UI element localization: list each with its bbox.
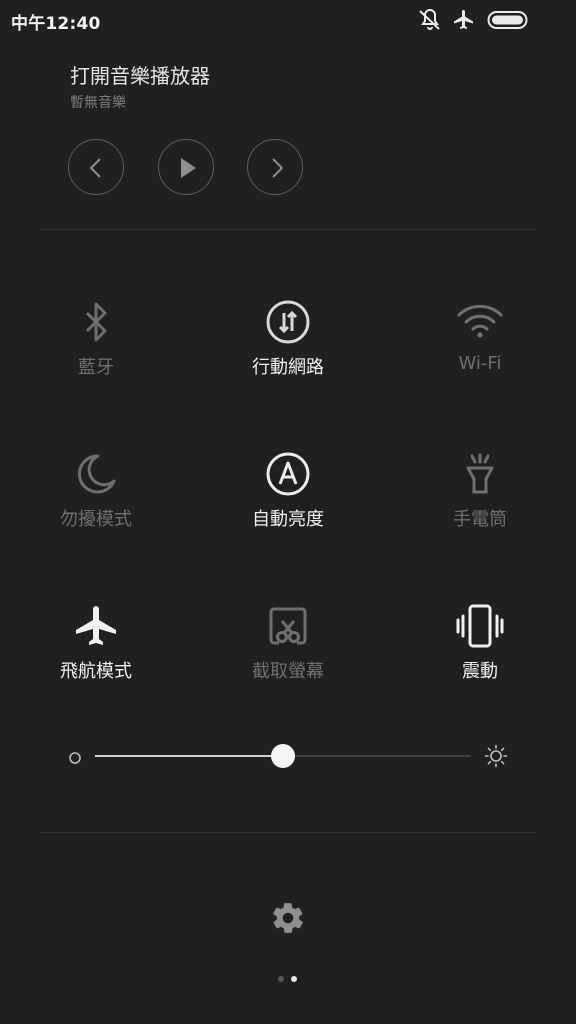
flashlight-icon [466, 453, 494, 494]
page-indicator [276, 976, 300, 984]
brightness-slider[interactable] [60, 736, 520, 776]
toggle-vibrate[interactable]: 震動 [384, 601, 576, 721]
brightness-high-icon [484, 744, 508, 768]
next-icon [272, 158, 284, 178]
page-dot-2[interactable] [291, 976, 297, 982]
toggle-bluetooth[interactable]: 藍牙 [0, 297, 192, 417]
status-time: 中午12:40 [11, 14, 101, 34]
divider [40, 832, 536, 833]
toggle-label: 飛航模式 [60, 661, 132, 682]
wifi-icon [457, 304, 503, 338]
vibrate-icon [419, 9, 440, 30]
toggle-label: 行動網路 [252, 357, 324, 378]
toggle-flashlight[interactable]: 手電筒 [384, 449, 576, 569]
toggle-label: 勿擾模式 [60, 509, 132, 530]
play-button[interactable] [158, 139, 214, 195]
status-icons [417, 8, 567, 32]
slider-fill [95, 755, 283, 757]
quick-settings-panel: 中午12:40 打開音樂播放器 暫無音樂 藍牙 行動網路 Wi-Fi 勿擾模式 … [0, 0, 576, 1024]
screenshot-icon [269, 607, 307, 645]
toggle-airplane-mode[interactable]: 飛航模式 [0, 601, 192, 721]
divider [40, 229, 536, 230]
toggle-label: 震動 [462, 661, 498, 682]
toggle-auto-brightness[interactable]: 自動亮度 [192, 449, 384, 569]
toggle-do-not-disturb[interactable]: 勿擾模式 [0, 449, 192, 569]
airplane-icon [76, 606, 116, 645]
toggle-label: 自動亮度 [252, 509, 324, 530]
music-player-title[interactable]: 打開音樂播放器 [70, 60, 210, 89]
toggle-label: 手電筒 [453, 509, 507, 530]
airplane-icon [454, 10, 473, 29]
play-icon [181, 158, 196, 178]
toggle-wifi[interactable]: Wi-Fi [384, 297, 576, 417]
toggle-mobile-data[interactable]: 行動網路 [192, 297, 384, 417]
music-status: 暫無音樂 [70, 95, 126, 111]
toggle-screenshot[interactable]: 截取螢幕 [192, 601, 384, 721]
mobile-data-icon [266, 300, 310, 344]
toggle-label: Wi-Fi [458, 353, 502, 374]
previous-button[interactable] [68, 139, 124, 195]
auto-brightness-icon [266, 452, 310, 496]
toggle-label: 截取螢幕 [252, 661, 324, 682]
previous-icon [89, 158, 101, 178]
vibrate-icon [456, 604, 504, 648]
toggle-label: 藍牙 [78, 357, 114, 378]
status-bar: 中午12:40 [0, 0, 576, 40]
bluetooth-icon [85, 302, 107, 342]
page-dot-1[interactable] [278, 976, 284, 982]
gear-icon[interactable] [270, 900, 306, 936]
brightness-low-icon [69, 752, 81, 764]
battery-icon [487, 11, 528, 29]
slider-thumb[interactable] [271, 744, 295, 768]
next-button[interactable] [247, 139, 303, 195]
moon-icon [77, 454, 116, 494]
